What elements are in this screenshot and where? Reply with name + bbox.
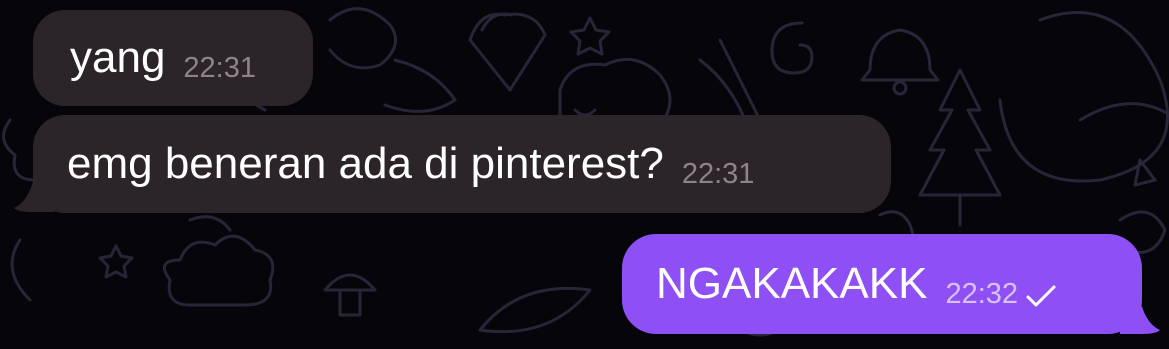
message-timestamp: 22:32 xyxy=(945,277,1019,310)
message-timestamp: 22:31 xyxy=(681,157,755,190)
message-bubble-incoming[interactable]: emg beneran ada di pinterest? 22:31 xyxy=(33,115,891,213)
message-text: emg beneran ada di pinterest? xyxy=(67,139,664,188)
message-bubble-incoming[interactable]: yang 22:31 xyxy=(33,10,313,106)
message-text: yang xyxy=(70,33,166,82)
check-icon xyxy=(1026,285,1056,307)
message-text: NGAKAKAKK xyxy=(656,259,928,308)
chat-window: yang 22:31 emg beneran ada di pinterest?… xyxy=(0,0,1169,349)
message-bubble-outgoing[interactable]: NGAKAKAKK 22:32 xyxy=(622,234,1142,334)
message-timestamp: 22:31 xyxy=(183,51,256,84)
